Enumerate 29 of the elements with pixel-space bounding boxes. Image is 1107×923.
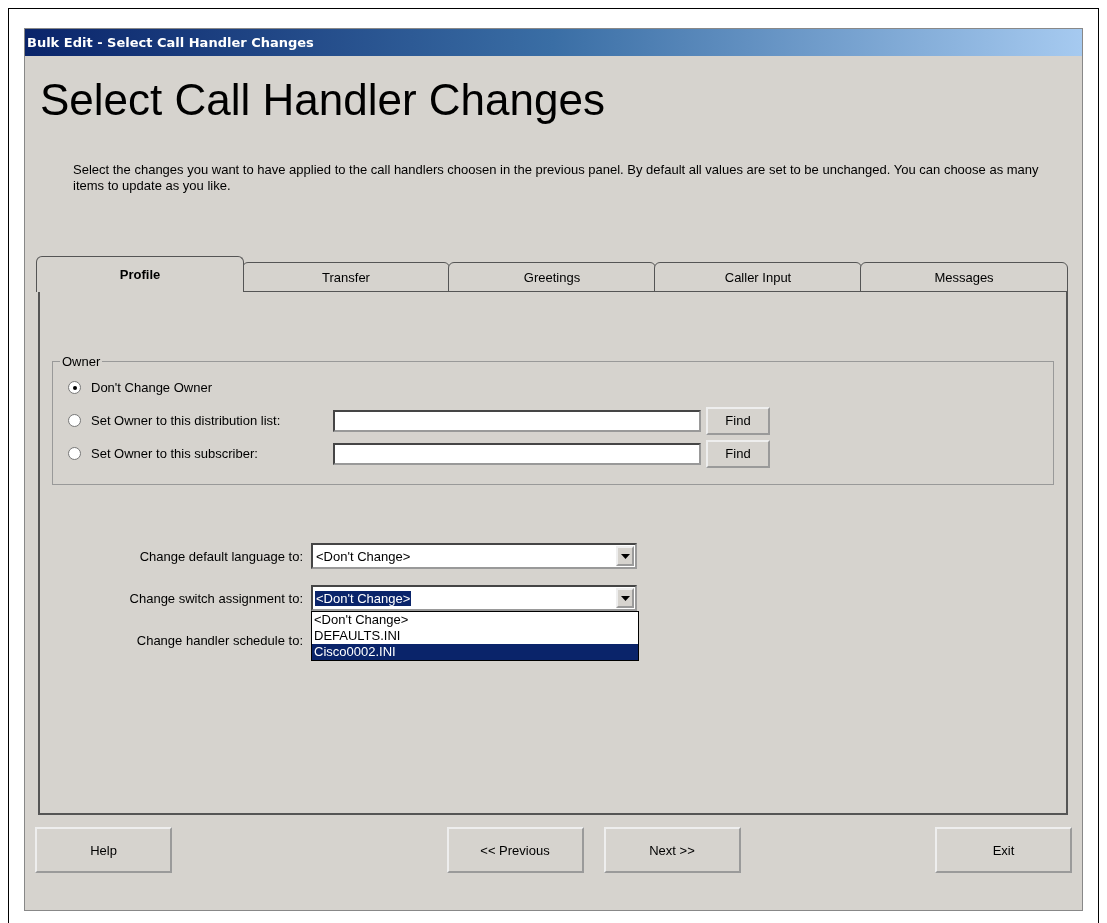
window-title: Bulk Edit - Select Call Handler Changes: [27, 35, 314, 50]
find-button[interactable]: Find: [706, 406, 770, 435]
previous-button[interactable]: << Previous: [446, 827, 584, 873]
list-option[interactable]: Cisco0002.INI: [312, 644, 638, 660]
radio-label: Set Owner to this distribution list:: [91, 413, 282, 428]
list-option[interactable]: DEFAULTS.INI: [312, 628, 638, 644]
list-option[interactable]: <Don't Change>: [312, 612, 638, 628]
radio-button[interactable]: [68, 414, 81, 427]
page-heading: Select Call Handler Changes: [40, 78, 606, 122]
tab[interactable]: Profile: [36, 256, 244, 292]
radio-label: Don't Change Owner: [91, 380, 213, 395]
help-button[interactable]: Help: [35, 827, 172, 873]
radio-button[interactable]: [68, 381, 81, 394]
field-label: Change switch assignment to:: [128, 590, 304, 606]
group-title: Owner: [61, 354, 102, 369]
find-button[interactable]: Find: [706, 439, 770, 468]
radio-button[interactable]: [68, 447, 81, 460]
input-field[interactable]: [333, 442, 701, 465]
description-text: Select the changes you want to have applied to the call handlers choosen in the previous panel. By default all values are set to be unchanged. You can choose as many items to update as you like.: [73, 162, 1040, 194]
radio-label: Set Owner to this subscriber:: [91, 446, 259, 461]
next-button[interactable]: Next >>: [603, 827, 741, 873]
tab[interactable]: Greetings: [448, 262, 656, 292]
exit-button[interactable]: Exit: [935, 827, 1072, 873]
input-field[interactable]: [333, 409, 701, 432]
tab[interactable]: Messages: [860, 262, 1068, 292]
field-label: Change default language to:: [138, 548, 304, 564]
field-label: Change handler schedule to:: [135, 632, 304, 648]
dropdown[interactable]: <Don't Change>: [311, 543, 637, 569]
tab[interactable]: Caller Input: [654, 262, 862, 292]
